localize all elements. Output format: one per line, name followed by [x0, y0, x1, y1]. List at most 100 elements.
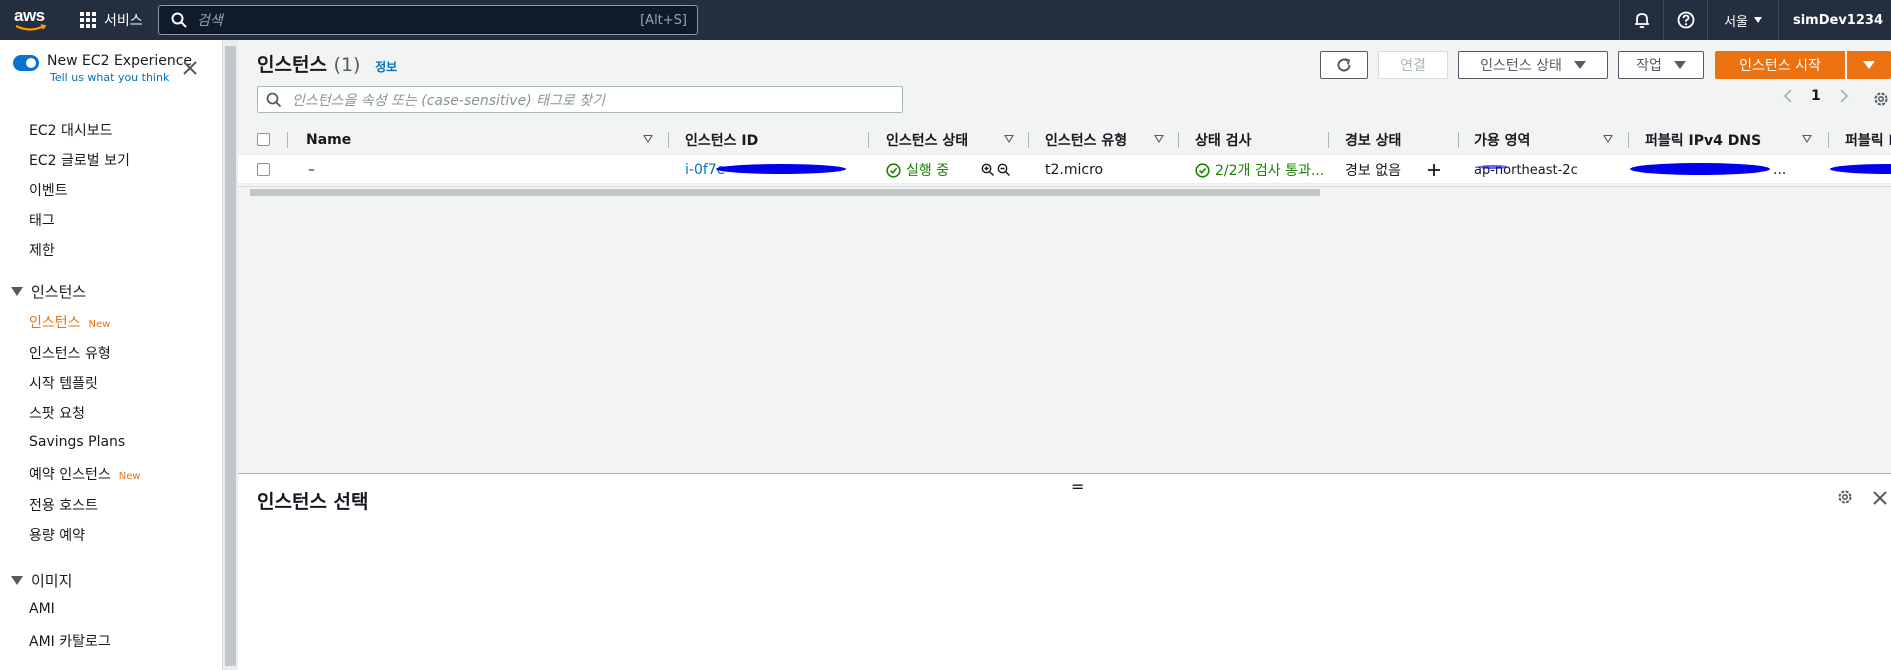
page-number[interactable]: 1 [1811, 88, 1821, 104]
grid-icon [80, 12, 96, 28]
column-separator[interactable] [1328, 132, 1329, 148]
feedback-link[interactable]: Tell us what you think [50, 71, 192, 84]
check-circle-icon [886, 162, 901, 178]
launch-instance-button[interactable]: 인스턴스 시작 [1715, 51, 1845, 79]
plus-icon[interactable] [1426, 162, 1442, 178]
column-header-public-dns[interactable]: 퍼블릭 IPv4 DNS [1645, 125, 1761, 154]
sidebar-item-ec2-dashboard[interactable]: EC2 대시보드 [29, 120, 113, 140]
filter-placeholder: 인스턴스을 속성 또는 (case-sensitive) 태그로 찾기 [292, 92, 605, 109]
split-panel-divider[interactable] [238, 473, 1891, 474]
sort-icon[interactable] [643, 135, 653, 143]
cell-alarm-status: 경보 없음 [1345, 163, 1401, 179]
instance-state-dropdown[interactable]: 인스턴스 상태 [1458, 51, 1608, 79]
sidebar-item-ami[interactable]: AMI [29, 601, 55, 617]
pagination: 1 [1783, 88, 1849, 104]
chevron-left-icon[interactable] [1783, 89, 1793, 103]
gear-icon[interactable] [1872, 90, 1890, 108]
column-header-instance-id[interactable]: 인스턴스 ID [685, 125, 758, 154]
global-search-input[interactable]: 검색 [Alt+S] [158, 5, 698, 35]
gear-icon[interactable] [1836, 488, 1854, 506]
new-experience-toggle[interactable] [13, 55, 39, 71]
redaction-scribble [1830, 164, 1891, 174]
connect-label: 연결 [1400, 58, 1426, 74]
notifications-button[interactable] [1619, 0, 1663, 40]
sidebar-item-savings-plans[interactable]: Savings Plans [29, 434, 125, 450]
new-badge: New [118, 471, 141, 482]
sidebar-item-spot-requests[interactable]: 스팟 요청 [29, 403, 85, 423]
zoom-out-icon[interactable] [997, 163, 1011, 177]
search-placeholder: 검색 [197, 13, 223, 29]
chevron-right-icon[interactable] [1839, 89, 1849, 103]
column-header-alarm-status[interactable]: 경보 상태 [1345, 125, 1401, 154]
select-all-checkbox[interactable] [257, 133, 270, 146]
sort-icon[interactable] [1154, 135, 1164, 143]
column-separator[interactable] [668, 132, 669, 148]
close-icon[interactable] [1871, 489, 1889, 507]
sidebar-item-launch-templates[interactable]: 시작 템플릿 [29, 373, 98, 393]
sidebar-item-dedicated-hosts[interactable]: 전용 호스트 [29, 495, 98, 515]
caret-down-icon [11, 287, 23, 296]
actions-label: 작업 [1636, 58, 1662, 74]
account-menu[interactable]: simDev1234 [1777, 0, 1891, 40]
sort-icon[interactable] [1004, 135, 1014, 143]
resize-handle[interactable]: = [1071, 477, 1084, 496]
scrollbar-thumb[interactable] [250, 189, 1320, 196]
cell-status-check: 2/2개 검사 통과... [1195, 155, 1324, 185]
connect-button[interactable]: 연결 [1378, 51, 1448, 79]
main-content: 인스턴스 (1) 정보 연결 인스턴스 상태 작업 인스턴스 시작 인스턴스을 … [238, 40, 1891, 670]
status-check-text: 2/2개 검사 통과... [1215, 163, 1325, 179]
row-checkbox[interactable] [257, 163, 270, 176]
sidebar-section-instances[interactable]: 인스턴스 [11, 281, 86, 302]
details-panel-title: 인스턴스 선택 [257, 491, 369, 513]
sort-icon[interactable] [1603, 135, 1613, 143]
column-separator[interactable] [1628, 132, 1629, 148]
zoom-in-icon[interactable] [981, 163, 995, 177]
column-header-instance-type[interactable]: 인스턴스 유형 [1045, 125, 1127, 154]
column-header-status-check[interactable]: 상태 검사 [1195, 125, 1251, 154]
instances-panel: 인스턴스 (1) 정보 연결 인스턴스 상태 작업 인스턴스 시작 인스턴스을 … [238, 40, 1891, 473]
new-experience-title: New EC2 Experience [47, 53, 193, 69]
column-header-instance-state[interactable]: 인스턴스 상태 [886, 125, 968, 154]
column-header-name[interactable]: Name [306, 125, 351, 154]
launch-instance-label: 인스턴스 시작 [1739, 58, 1821, 74]
refresh-icon [1337, 58, 1351, 72]
help-button[interactable] [1663, 0, 1707, 40]
launch-instance-dropdown[interactable] [1847, 51, 1891, 79]
sidebar-scrollbar[interactable] [222, 40, 238, 670]
scrollbar-thumb[interactable] [225, 46, 236, 666]
column-separator[interactable] [868, 132, 869, 148]
aws-logo[interactable]: aws [14, 6, 48, 34]
sidebar-item-capacity-reservations[interactable]: 용량 예약 [29, 525, 85, 545]
column-separator[interactable] [1828, 132, 1829, 148]
sidebar-item-global-view[interactable]: EC2 글로벌 보기 [29, 150, 130, 170]
actions-dropdown[interactable]: 작업 [1618, 51, 1704, 79]
sidebar-section-images[interactable]: 이미지 [11, 570, 72, 591]
account-name: simDev1234 [1792, 12, 1883, 28]
column-separator[interactable] [1458, 132, 1459, 148]
region-selector[interactable]: 서울 [1707, 0, 1778, 40]
sidebar-item-events[interactable]: 이벤트 [29, 180, 68, 200]
services-menu[interactable]: 서비스 [80, 0, 143, 40]
refresh-button[interactable] [1320, 51, 1368, 79]
table-row[interactable]: – i-0f7e 실행 중 t2.micro 2/2개 검사 통과... 경보 … [238, 154, 1891, 184]
column-separator[interactable] [1028, 132, 1029, 148]
sidebar-item-tags[interactable]: 태그 [29, 210, 55, 230]
sidebar-item-instance-types[interactable]: 인스턴스 유형 [29, 343, 111, 363]
sidebar-item-ami-catalog[interactable]: AMI 카탈로그 [29, 631, 111, 651]
search-icon [171, 12, 187, 28]
caret-down-icon [11, 576, 23, 585]
sidebar-item-reserved-instances[interactable]: 예약 인스턴스 New [29, 464, 141, 484]
table-horizontal-scrollbar[interactable] [238, 186, 1891, 197]
instance-state-label: 인스턴스 상태 [1480, 58, 1562, 74]
instance-filter-input[interactable]: 인스턴스을 속성 또는 (case-sensitive) 태그로 찾기 [257, 86, 903, 113]
sidebar-item-instances[interactable]: 인스턴스 New [29, 312, 110, 332]
page-title: 인스턴스 (1) 정보 [257, 50, 397, 77]
sort-icon[interactable] [1802, 135, 1812, 143]
column-separator[interactable] [1178, 132, 1179, 148]
column-header-availability-zone[interactable]: 가용 영역 [1474, 125, 1530, 154]
column-separator[interactable] [287, 132, 288, 148]
close-icon[interactable] [180, 58, 200, 78]
sidebar-item-limits[interactable]: 제한 [29, 240, 55, 260]
info-link[interactable]: 정보 [375, 60, 397, 74]
search-shortcut: [Alt+S] [640, 12, 687, 28]
